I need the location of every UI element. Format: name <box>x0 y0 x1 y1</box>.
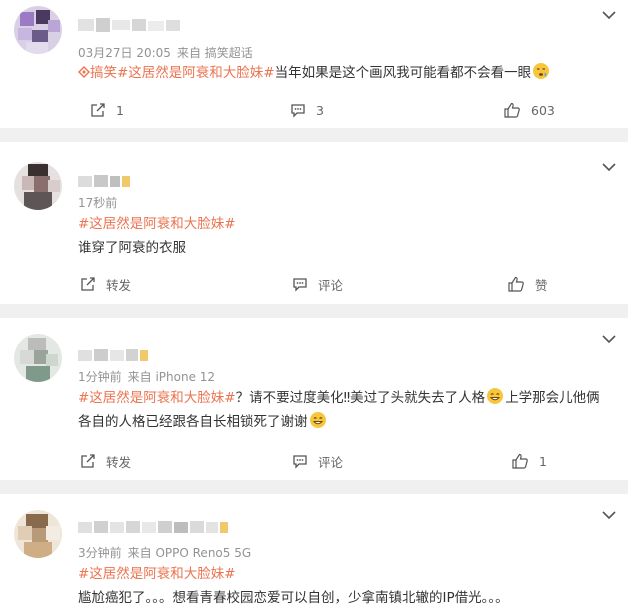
chevron-down-icon[interactable] <box>602 10 616 20</box>
forward-icon <box>81 454 95 468</box>
avatar[interactable] <box>14 334 62 382</box>
comment-icon <box>293 455 307 469</box>
chevron-down-icon[interactable] <box>602 162 616 172</box>
comment-button[interactable]: 评论 <box>292 274 343 294</box>
forward-button[interactable]: 转发 <box>80 274 131 294</box>
like-button[interactable]: 603 <box>504 100 555 120</box>
avatar[interactable] <box>14 510 62 558</box>
action-bar: 1 3 603 <box>0 100 628 120</box>
chevron-down-icon[interactable] <box>602 334 616 344</box>
comment-button[interactable]: 评论 <box>292 451 343 471</box>
username[interactable] <box>78 16 188 34</box>
thumbs-up-icon <box>508 276 524 292</box>
like-button[interactable]: 1 <box>512 451 547 471</box>
comment-button[interactable]: 3 <box>290 100 324 120</box>
timestamp: 03月27日 20:05 <box>78 46 171 60</box>
source[interactable]: 来自 搞笑超话 <box>177 46 253 60</box>
topic-link[interactable]: #这居然是阿衰和大脸妹# <box>117 65 275 81</box>
avatar[interactable] <box>14 6 62 54</box>
comment-text: #这居然是阿衰和大脸妹#？请不要过度美化‼美过了头就失去了人格 上学那会儿他俩 各自… <box>78 386 614 434</box>
forward-icon <box>81 277 95 291</box>
topic-link[interactable]: #这居然是阿衰和大脸妹# <box>78 390 236 406</box>
topic-link[interactable]: #这居然是阿衰和大脸妹# <box>78 566 236 582</box>
comment-text: #这居然是阿衰和大脸妹# <box>78 212 614 236</box>
chevron-down-icon[interactable] <box>602 510 616 520</box>
comment-body: 谁穿了阿衰的衣服 <box>78 240 186 256</box>
comment-card: 3分钟前 来自 OPPO Reno5 5G #这居然是阿衰和大脸妹# 尴尬癌犯了。… <box>0 494 628 616</box>
forward-icon <box>91 103 105 117</box>
grin-emoji-icon <box>309 412 326 428</box>
thumbs-up-icon <box>504 102 520 118</box>
username[interactable] <box>78 346 154 364</box>
sleepy-emoji-icon <box>533 63 550 79</box>
action-bar: 转发 评论 1 <box>0 451 628 471</box>
comment-meta: 17秒前 <box>78 194 117 211</box>
thumbs-up-icon <box>512 453 528 469</box>
comment-meta: 1分钟前 来自 iPhone 12 <box>78 368 215 385</box>
hot-icon <box>78 66 90 78</box>
comment-body: 当年如果是这个画风我可能看都不会看一眼 <box>274 65 532 81</box>
avatar[interactable] <box>14 162 62 210</box>
comment-card: 17秒前 #这居然是阿衰和大脸妹# 谁穿了阿衰的衣服 转发 评论 赞 <box>0 142 628 304</box>
timestamp: 3分钟前 <box>78 546 122 560</box>
comment-card: 03月27日 20:05 来自 搞笑超话 搞笑#这居然是阿衰和大脸妹#当年如果是这… <box>0 0 628 128</box>
comment-card: 1分钟前 来自 iPhone 12 #这居然是阿衰和大脸妹#？请不要过度美化‼美过… <box>0 318 628 480</box>
hot-tag[interactable]: 搞笑 <box>78 65 117 81</box>
forward-button[interactable]: 1 <box>90 100 124 120</box>
comment-meta: 03月27日 20:05 来自 搞笑超话 <box>78 44 253 61</box>
comment-body: 尴尬癌犯了。。。想看青春校园恋爱可以自创，少拿南镇北辙的IP借光。。。 <box>78 590 509 606</box>
comment-meta: 3分钟前 来自 OPPO Reno5 5G <box>78 544 251 561</box>
comment-text: 搞笑#这居然是阿衰和大脸妹#当年如果是这个画风我可能看都不会看一眼 <box>78 61 614 85</box>
comment-text: #这居然是阿衰和大脸妹# <box>78 562 614 586</box>
like-button[interactable]: 赞 <box>508 274 548 294</box>
comment-icon <box>291 104 305 118</box>
source[interactable]: 来自 OPPO Reno5 5G <box>128 546 252 560</box>
username[interactable] <box>78 172 138 190</box>
timestamp: 17秒前 <box>78 196 118 210</box>
timestamp: 1分钟前 <box>78 370 122 384</box>
topic-link[interactable]: #这居然是阿衰和大脸妹# <box>78 216 236 232</box>
grin-emoji-icon <box>487 388 504 404</box>
forward-button[interactable]: 转发 <box>80 451 131 471</box>
action-bar: 转发 评论 赞 <box>0 274 628 294</box>
source[interactable]: 来自 iPhone 12 <box>128 370 215 384</box>
username[interactable] <box>78 518 238 536</box>
comment-icon <box>293 278 307 292</box>
